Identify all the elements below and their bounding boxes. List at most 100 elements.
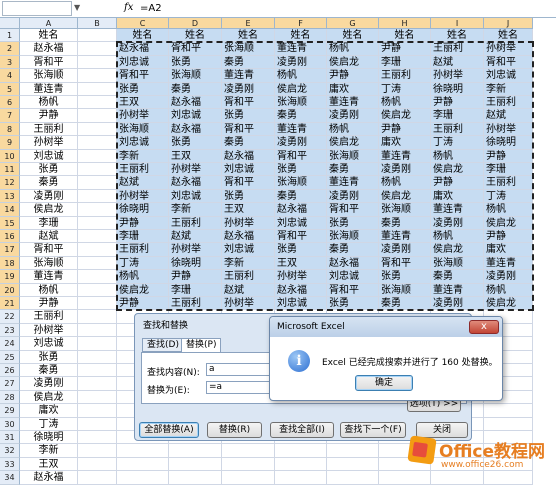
grid-cell[interactable]: 张海顺 xyxy=(431,256,484,271)
grid-cell[interactable]: 胥和平 xyxy=(222,96,275,110)
name-cell[interactable]: 尹静 xyxy=(20,109,78,123)
name-cell[interactable]: 张勇 xyxy=(20,163,78,177)
empty-cell[interactable] xyxy=(222,471,275,485)
empty-cell[interactable] xyxy=(78,297,117,311)
grid-cell[interactable]: 刘忠诚 xyxy=(169,109,222,123)
row-header[interactable]: 15 xyxy=(0,216,20,230)
empty-cell[interactable] xyxy=(117,471,169,485)
empty-cell[interactable] xyxy=(327,457,379,472)
grid-cell[interactable]: 凌勇刚 xyxy=(222,82,275,96)
empty-cell[interactable] xyxy=(275,471,327,485)
grid-cell[interactable]: 庸欢 xyxy=(379,136,431,150)
grid-cell[interactable]: 胥和平 xyxy=(169,42,222,56)
empty-cell[interactable] xyxy=(78,471,117,485)
empty-cell[interactable] xyxy=(78,404,117,418)
grid-cell[interactable]: 秦勇 xyxy=(275,109,327,123)
grid-cell[interactable]: 张海顺 xyxy=(379,203,431,217)
grid-cell[interactable]: 秦勇 xyxy=(222,55,275,70)
tab-replace[interactable]: 替换(P) xyxy=(181,338,222,353)
grid-cell[interactable]: 侯启龙 xyxy=(484,216,533,230)
grid-cell[interactable]: 秦勇 xyxy=(327,243,379,257)
row-header[interactable]: 23 xyxy=(0,323,20,338)
name-cell[interactable]: 侯启龙 xyxy=(20,203,78,217)
grid-cell[interactable]: 刘忠诚 xyxy=(327,270,379,284)
row-header[interactable]: 22 xyxy=(0,310,20,324)
header-cell[interactable]: 姓名 xyxy=(431,29,484,43)
grid-cell[interactable]: 杨帆 xyxy=(327,42,379,56)
empty-cell[interactable] xyxy=(78,189,117,204)
grid-cell[interactable]: 孙树举 xyxy=(484,122,533,137)
column-header[interactable]: F xyxy=(275,18,327,29)
grid-cell[interactable]: 赵永福 xyxy=(275,203,327,217)
grid-cell[interactable]: 孙树举 xyxy=(169,163,222,177)
grid-cell[interactable]: 张勇 xyxy=(222,189,275,204)
grid-cell[interactable]: 赵永福 xyxy=(222,230,275,244)
empty-cell[interactable] xyxy=(117,457,169,472)
name-cell[interactable]: 赵斌 xyxy=(20,230,78,244)
row-header[interactable]: 31 xyxy=(0,431,20,445)
grid-cell[interactable]: 刘忠诚 xyxy=(484,69,533,83)
grid-cell[interactable]: 李珊 xyxy=(484,163,533,177)
grid-cell[interactable]: 赵永福 xyxy=(169,96,222,110)
empty-cell[interactable] xyxy=(275,457,327,472)
empty-cell[interactable] xyxy=(78,109,117,123)
grid-cell[interactable]: 张海顺 xyxy=(379,283,431,297)
name-cell[interactable]: 董连青 xyxy=(20,270,78,284)
grid-cell[interactable]: 徐晓明 xyxy=(484,136,533,150)
grid-cell[interactable]: 杨帆 xyxy=(484,283,533,297)
grid-cell[interactable]: 李新 xyxy=(484,82,533,96)
row-header[interactable]: 32 xyxy=(0,444,20,458)
grid-cell[interactable]: 尹静 xyxy=(484,149,533,163)
ok-button[interactable]: 确定 xyxy=(355,375,413,391)
empty-cell[interactable] xyxy=(78,431,117,445)
grid-cell[interactable]: 刘忠诚 xyxy=(117,136,169,150)
grid-cell[interactable]: 王丽利 xyxy=(379,69,431,83)
empty-cell[interactable] xyxy=(78,82,117,96)
name-cell[interactable]: 张勇 xyxy=(20,350,78,364)
grid-cell[interactable]: 侯启龙 xyxy=(275,82,327,96)
grid-cell[interactable]: 孙树举 xyxy=(222,297,275,311)
empty-cell[interactable] xyxy=(78,417,117,431)
name-cell[interactable]: 姓名 xyxy=(20,29,78,43)
grid-cell[interactable]: 凌勇刚 xyxy=(275,55,327,70)
grid-cell[interactable]: 徐晓明 xyxy=(431,82,484,96)
header-cell[interactable]: 姓名 xyxy=(275,29,327,43)
grid-cell[interactable]: 张勇 xyxy=(327,216,379,230)
grid-cell[interactable]: 董连青 xyxy=(222,69,275,83)
empty-cell[interactable] xyxy=(117,444,169,458)
grid-cell[interactable]: 李新 xyxy=(169,203,222,217)
tab-find[interactable]: 查找(D) xyxy=(142,338,184,352)
empty-cell[interactable] xyxy=(169,471,222,485)
name-cell[interactable]: 张海顺 xyxy=(20,69,78,83)
grid-cell[interactable]: 王丽利 xyxy=(222,270,275,284)
empty-cell[interactable] xyxy=(78,55,117,70)
grid-cell[interactable]: 秦勇 xyxy=(169,82,222,96)
grid-cell[interactable]: 李珊 xyxy=(117,230,169,244)
grid-cell[interactable]: 秦勇 xyxy=(275,189,327,204)
grid-cell[interactable]: 张海顺 xyxy=(275,176,327,190)
row-header[interactable]: 6 xyxy=(0,96,20,110)
empty-cell[interactable] xyxy=(78,216,117,230)
grid-cell[interactable]: 赵斌 xyxy=(222,283,275,297)
name-box[interactable] xyxy=(2,1,72,16)
grid-cell[interactable]: 庸欢 xyxy=(327,82,379,96)
grid-cell[interactable]: 刘忠诚 xyxy=(222,163,275,177)
header-cell[interactable]: 姓名 xyxy=(117,29,169,43)
grid-cell[interactable]: 尹静 xyxy=(327,69,379,83)
column-header[interactable]: B xyxy=(78,18,117,29)
empty-cell[interactable] xyxy=(327,471,379,485)
row-header[interactable]: 10 xyxy=(0,149,20,163)
grid-cell[interactable]: 张勇 xyxy=(379,270,431,284)
grid-cell[interactable]: 杨帆 xyxy=(275,69,327,83)
column-header[interactable]: E xyxy=(222,18,275,29)
empty-cell[interactable] xyxy=(78,243,117,257)
grid-cell[interactable]: 丁涛 xyxy=(117,256,169,271)
row-header[interactable]: 30 xyxy=(0,417,20,431)
column-header[interactable]: J xyxy=(484,18,533,29)
grid-cell[interactable]: 尹静 xyxy=(431,96,484,110)
empty-cell[interactable] xyxy=(78,364,117,378)
grid-cell[interactable]: 秦勇 xyxy=(431,270,484,284)
grid-cell[interactable]: 王丽利 xyxy=(484,176,533,190)
grid-cell[interactable]: 尹静 xyxy=(379,42,431,56)
empty-cell[interactable] xyxy=(484,417,533,431)
